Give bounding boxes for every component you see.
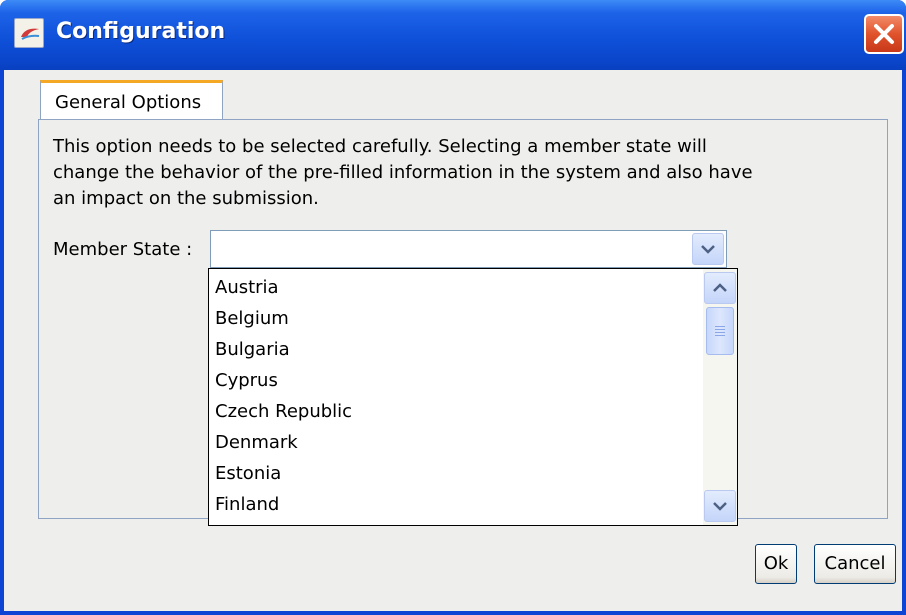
member-state-label: Member State : [53, 239, 193, 260]
list-item[interactable]: Belgium [211, 303, 701, 334]
tab-general-options[interactable]: General Options [40, 80, 223, 120]
configuration-dialog: Configuration General Options This optio… [0, 0, 906, 615]
chevron-up-icon [713, 283, 727, 292]
app-logo-icon [14, 18, 44, 48]
tab-label: General Options [55, 92, 202, 113]
description-text: This option needs to be selected careful… [53, 136, 753, 209]
dropdown-toggle-button[interactable] [692, 233, 724, 265]
close-button[interactable] [864, 14, 904, 54]
list-item[interactable]: Finland [211, 489, 701, 520]
scroll-down-button[interactable] [704, 490, 736, 522]
chevron-down-icon [701, 245, 715, 254]
scroll-up-button[interactable] [704, 272, 736, 304]
list-item[interactable]: Denmark [211, 427, 701, 458]
member-state-combobox[interactable] [210, 230, 727, 268]
list-item[interactable]: Cyprus [211, 365, 701, 396]
chevron-down-icon [713, 502, 727, 511]
list-item[interactable]: Estonia [211, 458, 701, 489]
scroll-thumb[interactable] [706, 307, 734, 355]
ok-button[interactable]: Ok [755, 544, 797, 584]
list-item[interactable]: Czech Republic [211, 396, 701, 427]
list-item[interactable]: Austria [211, 272, 701, 303]
cancel-button[interactable]: Cancel [814, 544, 896, 584]
list-item[interactable]: Bulgaria [211, 334, 701, 365]
member-state-dropdown-list[interactable]: Austria Belgium Bulgaria Cyprus Czech Re… [208, 268, 738, 526]
title-bar[interactable]: Configuration [0, 0, 906, 70]
vertical-scrollbar[interactable] [703, 269, 737, 525]
window-title: Configuration [56, 19, 226, 44]
close-icon [874, 24, 894, 44]
